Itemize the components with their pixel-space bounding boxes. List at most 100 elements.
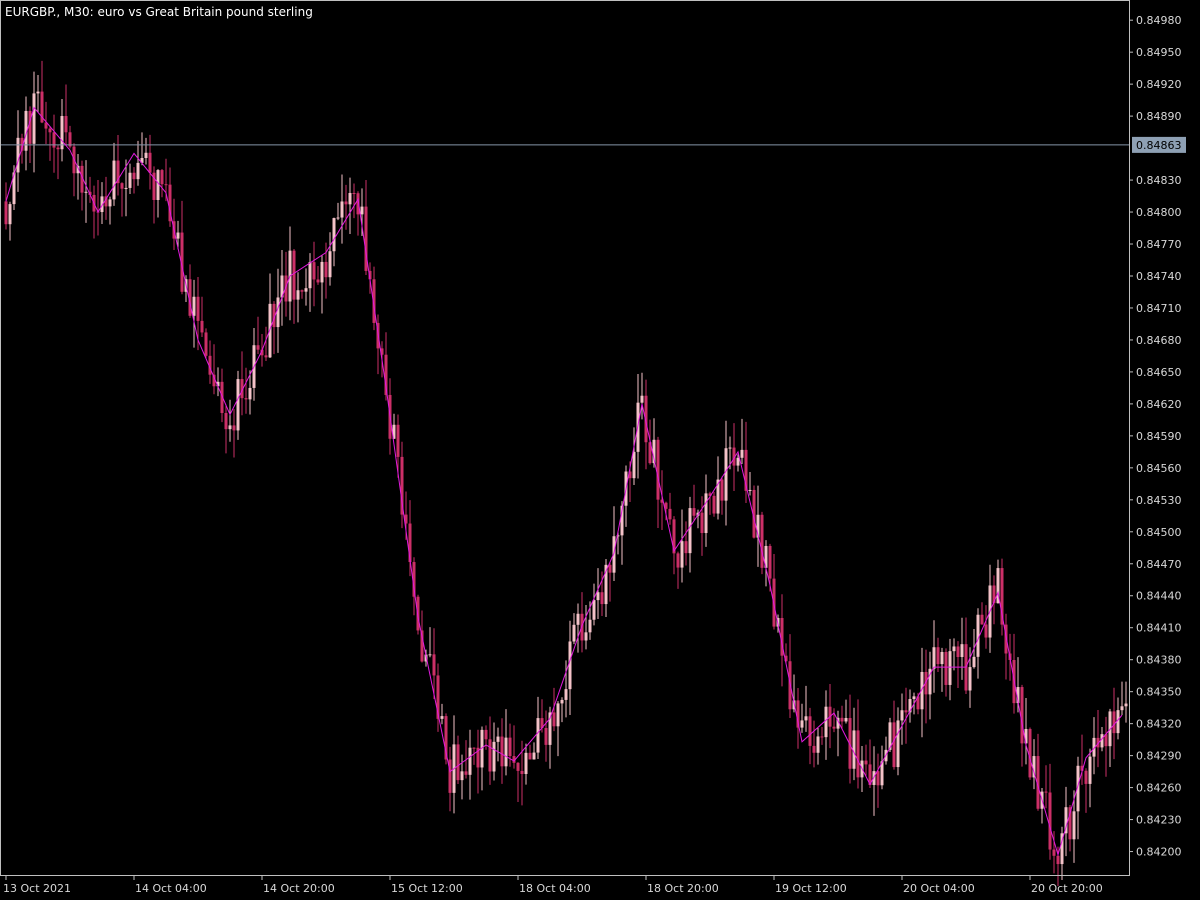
price-axis-label: 0.84920 bbox=[1136, 78, 1182, 91]
candle-body bbox=[508, 737, 512, 757]
candle-body bbox=[692, 508, 696, 516]
candle-body bbox=[336, 217, 340, 219]
price-axis-label: 0.84800 bbox=[1136, 206, 1182, 219]
price-axis-label: 0.84290 bbox=[1136, 750, 1182, 763]
time-axis-label: 18 Oct 04:00 bbox=[519, 882, 591, 895]
candle-body bbox=[312, 262, 316, 280]
candle-body bbox=[520, 770, 524, 774]
candle-body bbox=[232, 425, 236, 431]
candle-body bbox=[492, 741, 496, 772]
candle-body bbox=[728, 447, 732, 449]
time-axis-label: 13 Oct 2021 bbox=[3, 882, 71, 895]
candle-body bbox=[980, 614, 984, 625]
candle-body bbox=[128, 172, 132, 188]
candle-body bbox=[1072, 811, 1076, 840]
price-axis-label: 0.84680 bbox=[1136, 334, 1182, 347]
candle-body bbox=[224, 413, 228, 430]
price-axis-label: 0.84830 bbox=[1136, 174, 1182, 187]
candle-body bbox=[584, 632, 588, 641]
candle-body bbox=[536, 718, 540, 753]
candle-body bbox=[112, 160, 116, 200]
candle-body bbox=[300, 290, 304, 292]
candle-body bbox=[748, 489, 752, 491]
candle-body bbox=[244, 398, 248, 400]
candle-body bbox=[8, 204, 12, 225]
candle-body bbox=[944, 651, 948, 685]
candle-body bbox=[200, 320, 204, 333]
candle-body bbox=[560, 699, 564, 704]
candle-body bbox=[668, 508, 672, 520]
candle-body bbox=[736, 457, 740, 466]
candle-body bbox=[192, 296, 196, 316]
candle-body bbox=[824, 706, 828, 738]
price-axis-label: 0.84650 bbox=[1136, 366, 1182, 379]
candle-body bbox=[108, 199, 112, 207]
candle-body bbox=[304, 288, 308, 292]
candle-body bbox=[124, 187, 128, 189]
candle-body bbox=[544, 727, 548, 745]
candle-body bbox=[632, 451, 636, 479]
candle-body bbox=[132, 172, 136, 180]
candle-body bbox=[640, 395, 644, 403]
current-price-tag: 0.84863 bbox=[1132, 136, 1186, 153]
candle-body bbox=[84, 191, 88, 193]
candle-body bbox=[552, 712, 556, 727]
candle-body bbox=[316, 279, 320, 283]
candle-body bbox=[972, 656, 976, 668]
candle-body bbox=[236, 379, 240, 431]
price-axis-label: 0.84230 bbox=[1136, 814, 1182, 827]
candle-body bbox=[680, 541, 684, 568]
candle-body bbox=[524, 752, 528, 774]
time-axis-label: 14 Oct 04:00 bbox=[135, 882, 207, 895]
candle-body bbox=[556, 703, 560, 727]
candle-body bbox=[484, 729, 488, 740]
candle-body bbox=[148, 152, 152, 173]
time-axis-label: 18 Oct 20:00 bbox=[647, 882, 719, 895]
candle-body bbox=[572, 624, 576, 642]
candle-body bbox=[1028, 728, 1032, 778]
candle-body bbox=[760, 514, 764, 568]
candle-body bbox=[724, 448, 728, 501]
price-axis-label: 0.84950 bbox=[1136, 46, 1182, 59]
candle-body bbox=[204, 332, 208, 356]
candle-body bbox=[176, 232, 180, 239]
candle-body bbox=[428, 654, 432, 656]
candle-body bbox=[832, 726, 836, 729]
price-axis-label: 0.84410 bbox=[1136, 622, 1182, 635]
candle-body bbox=[952, 646, 956, 652]
candle-body bbox=[688, 508, 692, 554]
price-axis-label: 0.84980 bbox=[1136, 14, 1182, 27]
candle-body bbox=[1048, 792, 1052, 850]
candle-body bbox=[440, 716, 444, 719]
candle-body bbox=[504, 737, 508, 767]
candle-body bbox=[164, 184, 168, 186]
candle-body bbox=[308, 262, 312, 289]
candle-body bbox=[956, 646, 960, 658]
candle-body bbox=[4, 201, 8, 225]
candle-body bbox=[596, 592, 600, 601]
candle-body bbox=[472, 747, 476, 749]
candle-body bbox=[600, 592, 604, 605]
time-axis-label: 19 Oct 12:00 bbox=[775, 882, 847, 895]
candle-body bbox=[684, 541, 688, 554]
price-axis-label: 0.84350 bbox=[1136, 686, 1182, 699]
candle-body bbox=[892, 722, 896, 768]
price-chart[interactable]: EURGBP., M30: euro vs Great Britain poun… bbox=[0, 0, 1200, 900]
price-axis-label: 0.84590 bbox=[1136, 430, 1182, 443]
candle-body bbox=[456, 744, 460, 781]
candle-body bbox=[64, 116, 68, 133]
candle-body bbox=[656, 439, 660, 500]
candle-body bbox=[1124, 703, 1128, 707]
time-axis-label: 14 Oct 20:00 bbox=[263, 882, 335, 895]
candle-body bbox=[820, 736, 824, 738]
candle-body bbox=[296, 290, 300, 300]
candle-body bbox=[948, 651, 952, 685]
candle-body bbox=[568, 641, 572, 690]
candle-body bbox=[16, 137, 20, 173]
candle-body bbox=[248, 387, 252, 400]
candle-body bbox=[332, 218, 336, 252]
time-axis-label: 15 Oct 12:00 bbox=[391, 882, 463, 895]
price-axis-label: 0.84320 bbox=[1136, 718, 1182, 731]
candle-body bbox=[136, 162, 140, 180]
candle-body bbox=[528, 752, 532, 760]
